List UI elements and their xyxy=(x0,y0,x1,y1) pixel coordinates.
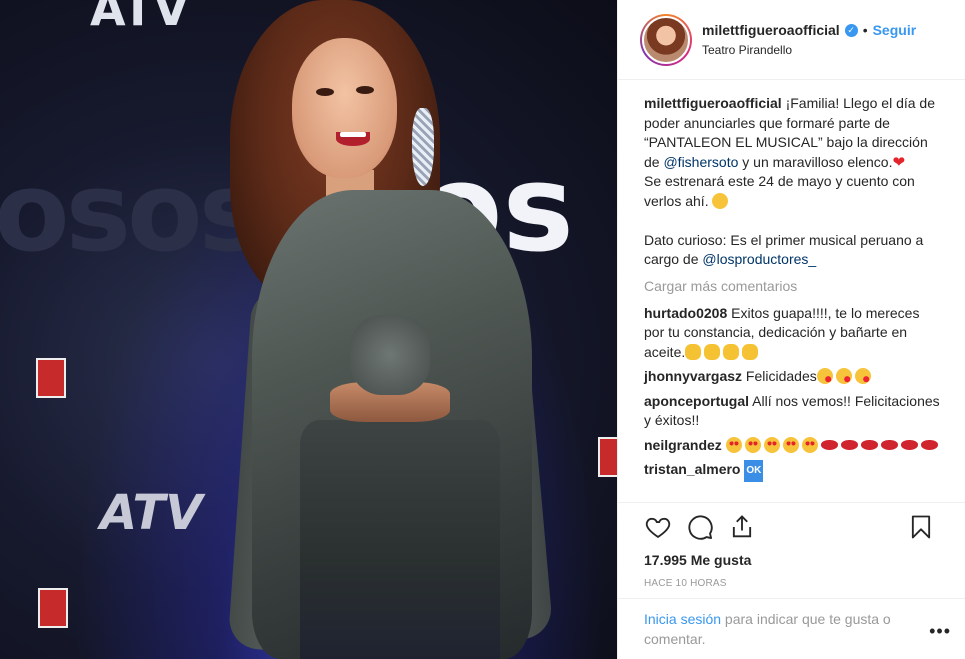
mention-fishersoto[interactable]: @fishersoto xyxy=(663,154,738,170)
caption: milettfigueroaofficial ¡Familia! Llego e… xyxy=(644,94,943,270)
person-skirt xyxy=(300,420,500,659)
clapping-hands-emoji-icon xyxy=(704,343,721,360)
more-options-icon[interactable]: ••• xyxy=(929,621,951,641)
comment: aponceportugal Allí nos vemos!! Felicita… xyxy=(644,392,943,431)
dress-knot xyxy=(350,315,430,395)
login-prompt: Inicia sesión para indicar que te gusta … xyxy=(618,598,965,649)
login-link[interactable]: Inicia sesión xyxy=(644,611,721,627)
comment-text: Felicidades xyxy=(742,368,817,384)
follow-button[interactable]: Seguir xyxy=(873,22,917,38)
mention-losproductores[interactable]: @losproductores_ xyxy=(702,251,816,267)
comment: jhonnyvargasz Felicidades xyxy=(644,367,943,387)
post-header: milettfigueroaofficial ✓ • Seguir Teatro… xyxy=(618,0,965,80)
heart-eyes-emoji-icon xyxy=(801,436,818,453)
like-count[interactable]: 17.995 Me gusta xyxy=(644,552,949,568)
heart-eyes-emoji-icon xyxy=(725,436,742,453)
face-blowing-kiss-emoji-icon xyxy=(854,368,871,384)
comment-username[interactable]: aponceportugal xyxy=(644,393,749,409)
header-info: milettfigueroaofficial ✓ • Seguir Teatro… xyxy=(702,22,916,57)
heart-icon[interactable] xyxy=(644,513,672,541)
avatar[interactable] xyxy=(640,13,692,66)
location-link[interactable]: Teatro Pirandello xyxy=(702,43,916,57)
backdrop-logo-top: ATV xyxy=(90,0,190,36)
header-username[interactable]: milettfigueroaofficial xyxy=(702,22,840,38)
comment-username[interactable]: tristan_almero xyxy=(644,461,740,477)
clapping-hands-emoji-icon xyxy=(742,343,759,360)
comments-section[interactable]: milettfigueroaofficial ¡Familia! Llego e… xyxy=(618,80,965,502)
comment-icon[interactable] xyxy=(686,513,714,541)
clapping-hands-emoji-icon xyxy=(723,343,740,360)
comment: neilgrandez xyxy=(644,436,943,456)
clapping-hands-emoji-icon xyxy=(685,343,702,360)
sponsor-logo xyxy=(598,437,617,477)
face-blowing-kiss-emoji-icon xyxy=(835,368,852,384)
caption-text-2: y un maravilloso elenco. xyxy=(738,153,893,170)
sponsor-logo xyxy=(38,588,68,628)
like-count-number: 17.995 xyxy=(644,552,687,568)
username-row: milettfigueroaofficial ✓ • Seguir xyxy=(702,22,916,38)
backdrop-logo-left: osos xyxy=(0,148,264,276)
verified-badge-icon: ✓ xyxy=(844,23,858,37)
kiss-mark-emoji-icon xyxy=(920,439,938,450)
kiss-mark-emoji-icon xyxy=(880,439,898,450)
sponsor-logo xyxy=(36,358,66,398)
kiss-mark-emoji-icon xyxy=(840,439,858,450)
heart-eyes-emoji-icon xyxy=(763,436,780,453)
heart-eyes-emoji-icon xyxy=(782,436,799,453)
separator-dot: • xyxy=(862,22,868,38)
person-face xyxy=(292,38,397,178)
caption-text-3: Se estrenará este 24 de mayo y cuento co… xyxy=(644,173,919,209)
kiss-mark-emoji-icon xyxy=(900,439,918,450)
post-sidebar: milettfigueroaofficial ✓ • Seguir Teatro… xyxy=(617,0,965,659)
person-eye xyxy=(316,88,334,96)
post-timestamp[interactable]: HACE 10 HORAS xyxy=(644,578,949,589)
comment-username[interactable]: hurtado0208 xyxy=(644,305,727,321)
caption-username[interactable]: milettfigueroaofficial xyxy=(644,95,782,111)
action-icons-row xyxy=(644,503,949,551)
comment-username[interactable]: jhonnyvargasz xyxy=(644,368,742,384)
load-more-comments-button[interactable]: Cargar más comentarios xyxy=(644,278,943,294)
backdrop-logo-bottom: ATV xyxy=(100,485,203,541)
kiss-mark-emoji-icon xyxy=(820,439,838,450)
person-eye xyxy=(356,86,374,94)
red-heart-emoji-icon: ❤ xyxy=(892,153,906,171)
bookmark-icon[interactable] xyxy=(907,513,935,541)
person-earring xyxy=(412,108,434,186)
like-count-label: Me gusta xyxy=(686,552,752,568)
comment: hurtado0208 Exitos guapa!!!!, te lo mere… xyxy=(644,304,943,363)
kiss-mark-emoji-icon xyxy=(860,439,878,450)
avatar-image xyxy=(642,15,690,64)
instagram-post: osos os ATV ATV milettfigueroaofficial ✓… xyxy=(0,0,965,659)
share-icon[interactable] xyxy=(728,513,756,541)
comment: tristan_almero OK xyxy=(644,460,943,482)
comment-username[interactable]: neilgrandez xyxy=(644,437,722,453)
person-teeth xyxy=(340,132,366,137)
smiling-face-emoji-icon xyxy=(712,192,729,209)
ok-button-emoji-icon: OK xyxy=(744,460,764,482)
face-blowing-kiss-emoji-icon xyxy=(816,368,833,384)
heart-eyes-emoji-icon xyxy=(744,436,761,453)
post-photo[interactable]: osos os ATV ATV xyxy=(0,0,617,659)
